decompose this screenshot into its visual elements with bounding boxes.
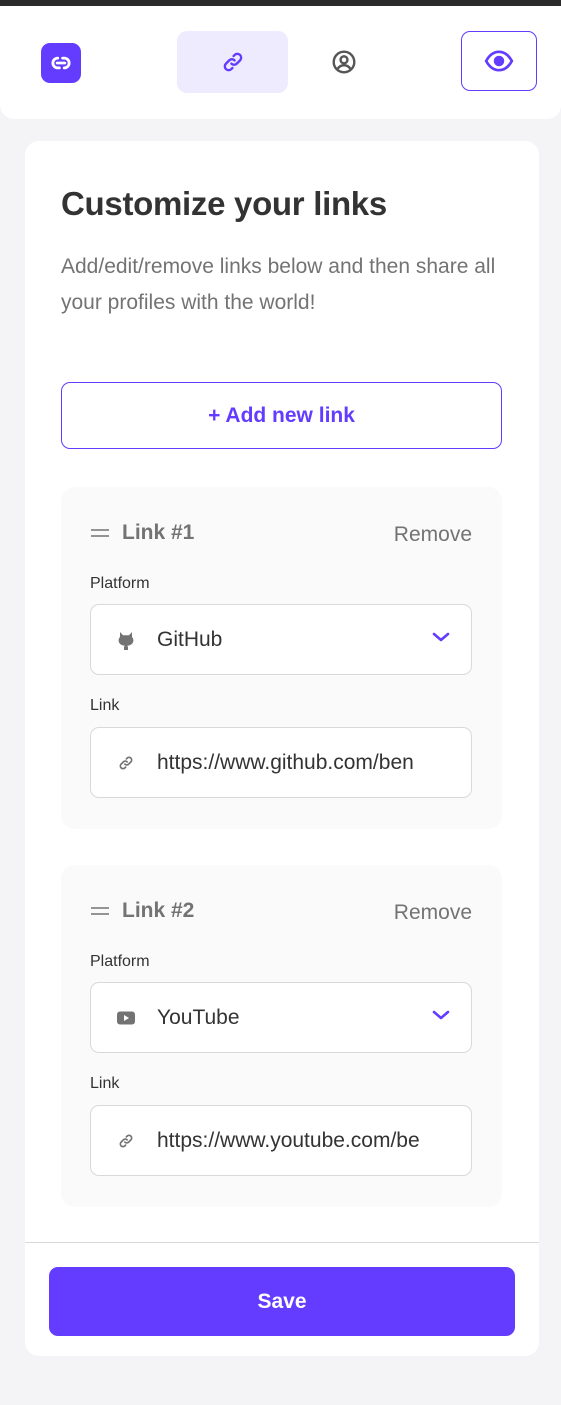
link-icon — [115, 754, 137, 772]
drag-handle-icon[interactable] — [90, 527, 110, 539]
link-url-value: https://www.youtube.com/be — [157, 1128, 420, 1152]
profile-circle-icon — [332, 50, 355, 74]
link-url-input[interactable]: https://www.github.com/ben — [90, 727, 472, 798]
link-url-value: https://www.github.com/ben — [157, 750, 414, 774]
link-label: Link — [90, 697, 120, 714]
chevron-down-icon — [432, 632, 450, 642]
remove-link-button[interactable]: Remove — [394, 901, 472, 925]
platform-select[interactable]: GitHub — [90, 604, 472, 675]
eye-icon — [484, 50, 514, 72]
app: Customize your links Add/edit/remove lin… — [0, 6, 561, 1405]
links-editor-card: Customize your links Add/edit/remove lin… — [25, 141, 539, 1356]
add-new-link-button[interactable]: + Add new link — [61, 382, 502, 449]
remove-link-button[interactable]: Remove — [394, 523, 472, 547]
platform-value: YouTube — [157, 1005, 240, 1029]
top-navigation — [0, 6, 561, 119]
link-item-title: Link #1 — [122, 521, 195, 544]
link-icon — [115, 1132, 137, 1150]
link-icon — [223, 52, 242, 72]
link-item-title: Link #2 — [122, 899, 195, 922]
link-url-input[interactable]: https://www.youtube.com/be — [90, 1105, 472, 1176]
link-label: Link — [90, 1075, 120, 1092]
link-item-header: Link #2 — [90, 899, 194, 923]
platform-select[interactable]: YouTube — [90, 982, 472, 1053]
platform-label: Platform — [90, 953, 150, 970]
link-chain-logo-icon — [51, 56, 71, 70]
link-item: Link #2 Remove Platform YouTube Link htt… — [61, 865, 502, 1207]
platform-label: Platform — [90, 575, 150, 592]
page-title: Customize your links — [61, 185, 387, 222]
platform-value: GitHub — [157, 627, 223, 651]
youtube-icon — [115, 1010, 137, 1026]
save-button[interactable]: Save — [49, 1267, 515, 1336]
tab-profile[interactable] — [288, 31, 399, 93]
app-logo[interactable] — [41, 43, 81, 83]
github-icon — [115, 630, 137, 650]
link-item-header: Link #1 — [90, 521, 194, 545]
page-subtitle: Add/edit/remove links below and then sha… — [61, 255, 496, 314]
preview-button[interactable] — [461, 31, 537, 91]
divider — [25, 1242, 539, 1243]
drag-handle-icon[interactable] — [90, 905, 110, 917]
chevron-down-icon — [432, 1010, 450, 1020]
tab-links[interactable] — [177, 31, 288, 93]
link-item: Link #1 Remove Platform GitHub Link http… — [61, 487, 502, 829]
